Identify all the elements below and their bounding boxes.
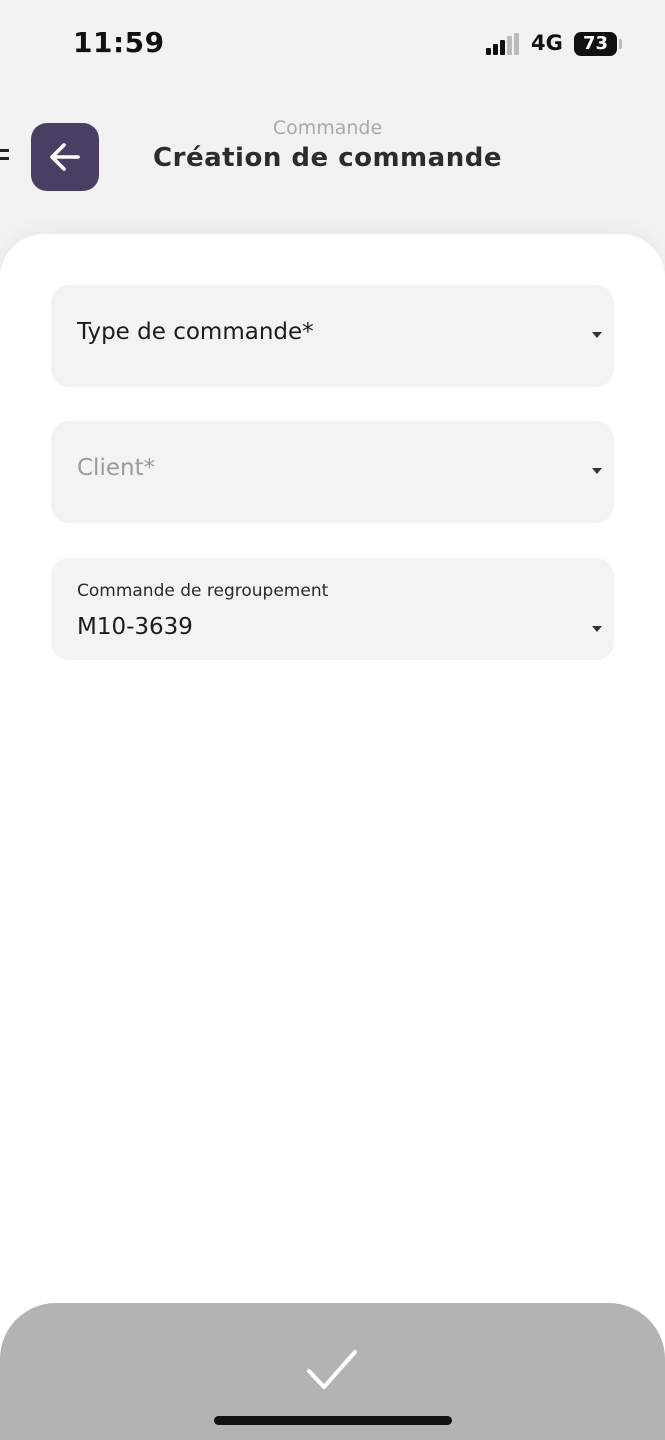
chevron-down-icon — [592, 626, 602, 632]
signal-strength-icon — [486, 33, 522, 55]
status-time: 11:59 — [73, 26, 165, 59]
page-title: Création de commande — [153, 143, 502, 173]
client-select[interactable]: Client* — [51, 421, 614, 523]
battery-icon: 73 — [574, 32, 617, 56]
order-type-value: Type de commande* — [77, 319, 314, 345]
battery-tip — [619, 39, 622, 49]
status-bar: 11:59 4G 73 — [0, 0, 665, 90]
grouping-order-value: M10-3639 — [77, 614, 193, 640]
chevron-down-icon — [592, 468, 602, 474]
chevron-down-icon — [592, 332, 602, 338]
home-indicator — [214, 1416, 452, 1425]
grouping-order-label: Commande de regroupement — [77, 581, 329, 601]
client-placeholder: Client* — [77, 455, 156, 481]
checkmark-icon — [307, 1350, 357, 1389]
order-type-select[interactable]: Type de commande* — [51, 285, 614, 387]
grouping-order-select[interactable]: Commande de regroupement M10-3639 — [51, 558, 614, 660]
network-type: 4G — [531, 31, 563, 55]
header-subtitle: Commande — [272, 117, 383, 139]
order-creation-screen: 11:59 4G 73 Commande Création de command… — [0, 0, 665, 1440]
form-card: Type de commande* Client* Commande de re… — [0, 234, 665, 1440]
